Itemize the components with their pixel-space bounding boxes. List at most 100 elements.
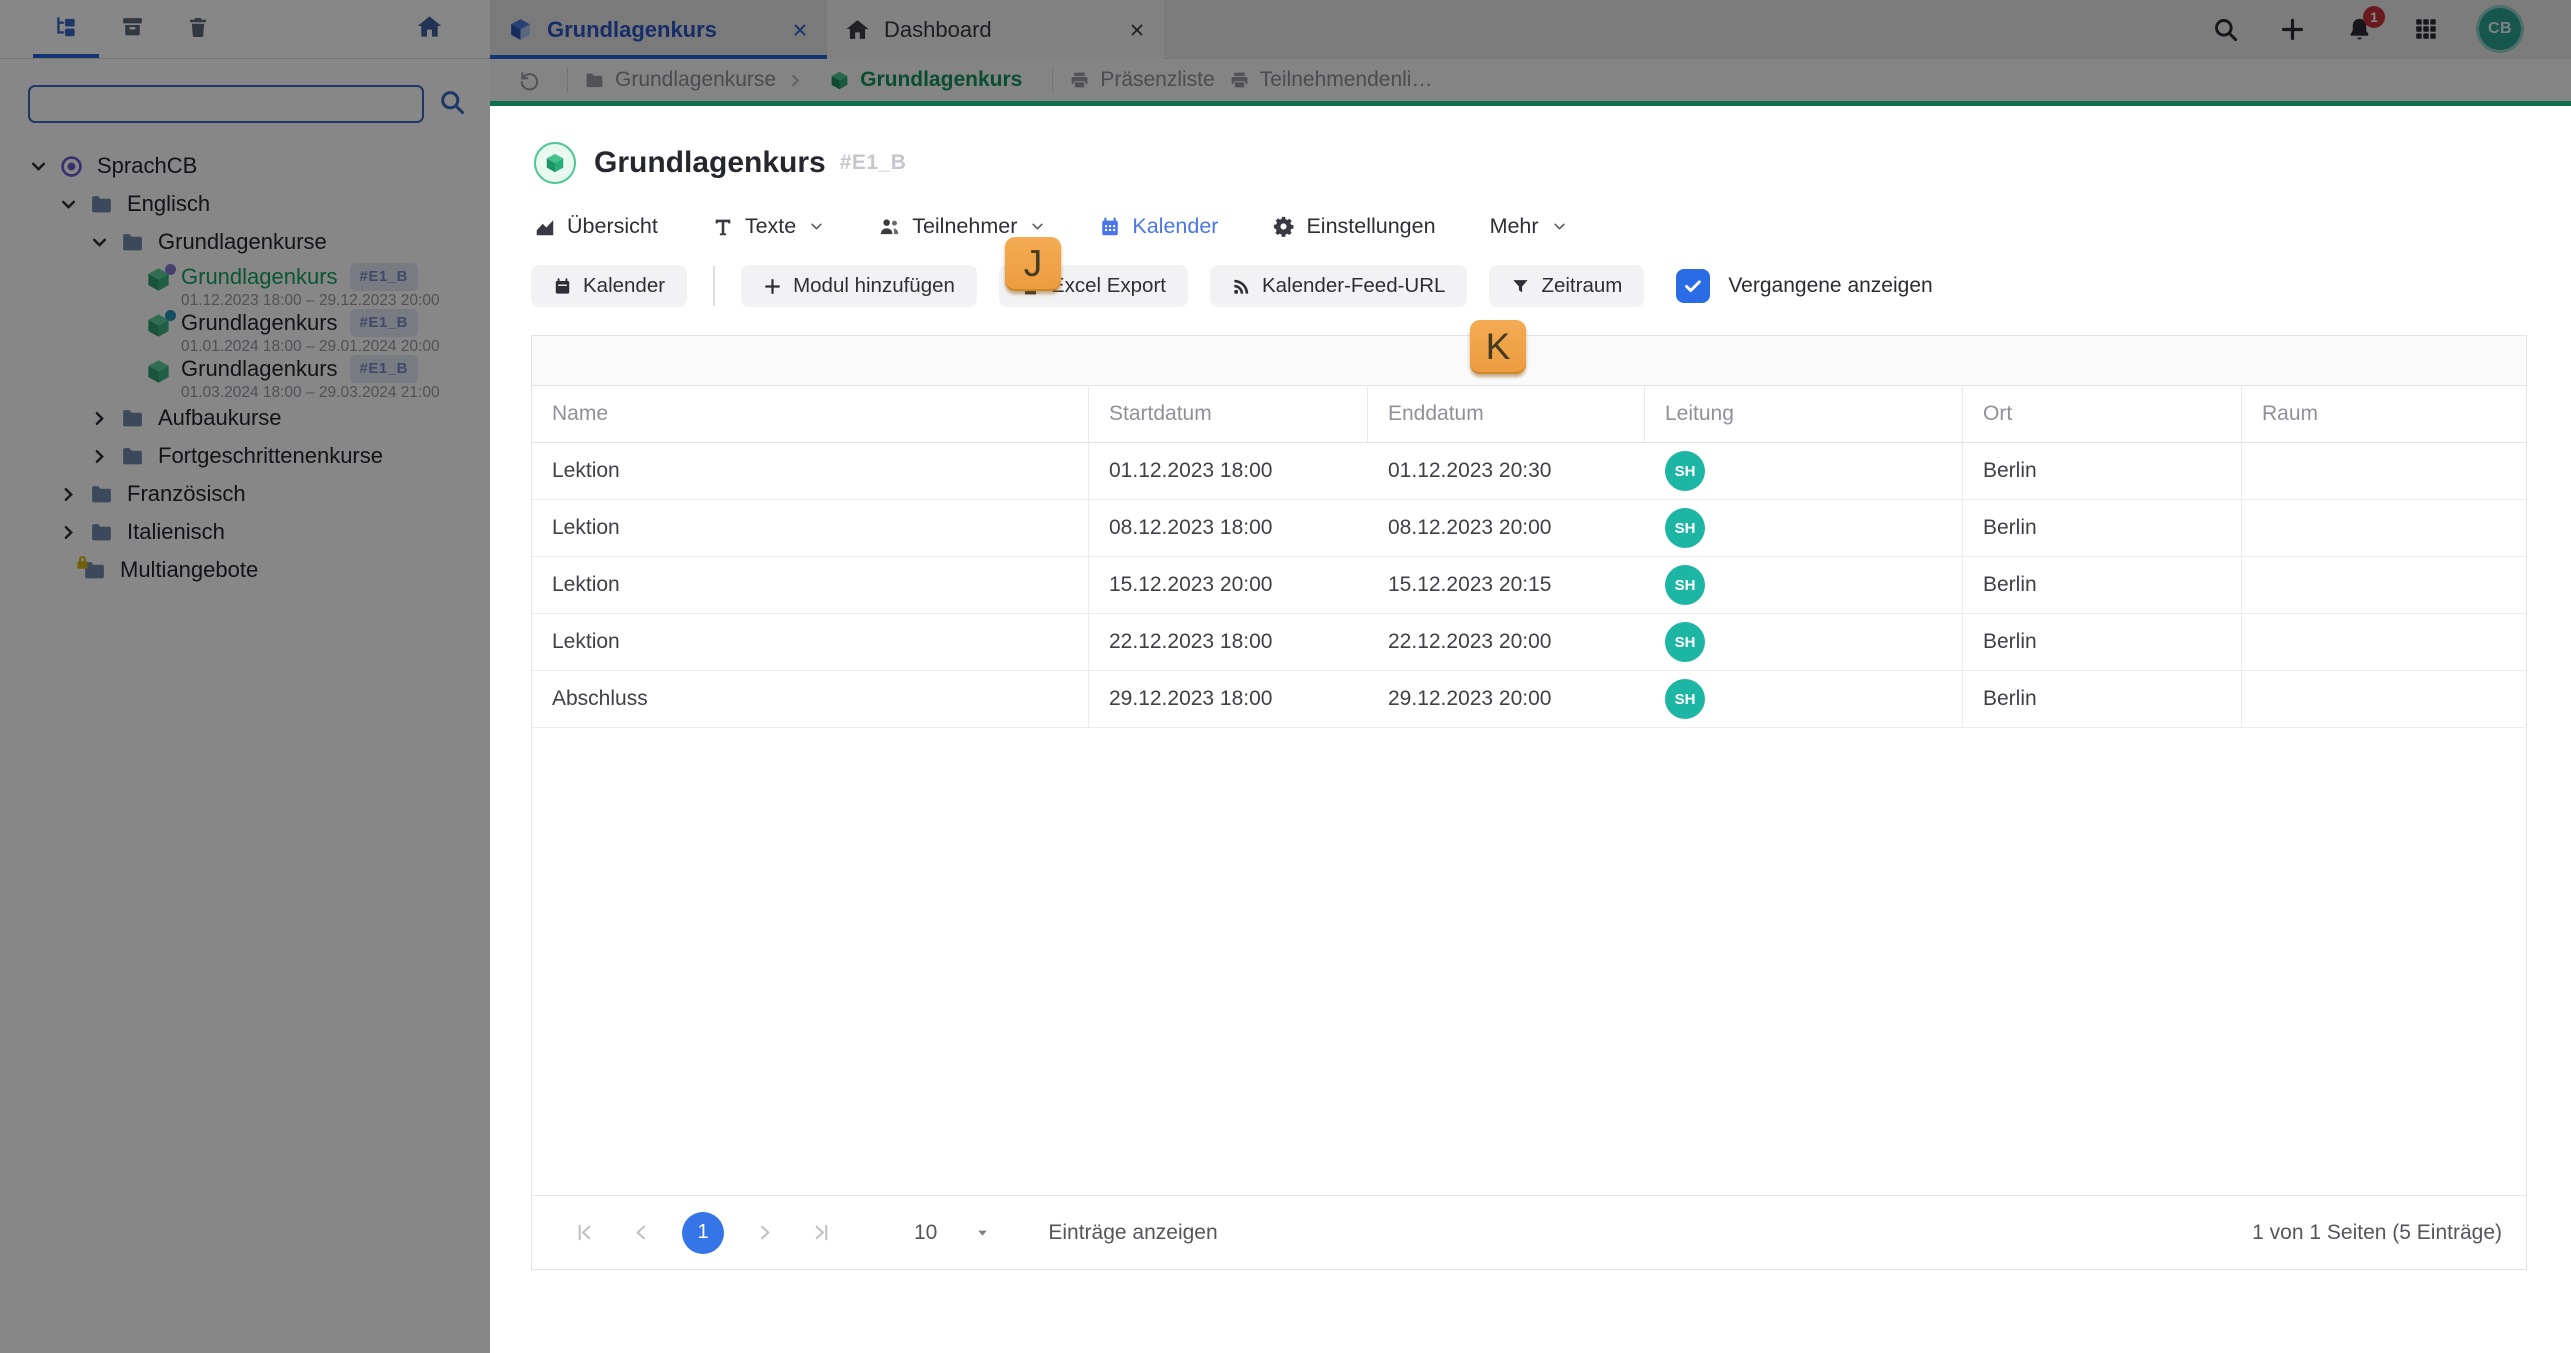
column-header-startdatum[interactable]: Startdatum <box>1089 386 1368 442</box>
cell-enddatum: 22.12.2023 20:00 <box>1388 630 1552 653</box>
text-icon <box>712 216 734 238</box>
tree-item-italienisch[interactable]: Italienisch <box>0 513 490 551</box>
tree-item-aufbaukurse[interactable]: Aufbaukurse <box>0 399 490 437</box>
course-tree: SprachCB Englisch Grundlagenkurse Grundl… <box>0 147 490 589</box>
breadcrumb-item-grundlagenkurse[interactable]: Grundlagenkurse <box>584 68 815 92</box>
column-header-leitung[interactable]: Leitung <box>1645 386 1963 442</box>
leitung-avatar[interactable]: SH <box>1665 622 1705 662</box>
tree-item-sprachcb[interactable]: SprachCB <box>0 147 490 185</box>
current-page-button[interactable]: 1 <box>682 1211 724 1254</box>
per-page-select[interactable]: 10 <box>914 1221 990 1245</box>
tab-kalender[interactable]: Kalender <box>1099 214 1218 239</box>
tab-uebersicht[interactable]: Übersicht <box>534 214 658 239</box>
cell-name: Lektion <box>532 443 1089 499</box>
chevron-right-icon[interactable] <box>91 448 108 465</box>
column-header-ort[interactable]: Ort <box>1963 386 2242 442</box>
last-page-icon[interactable] <box>810 1221 833 1244</box>
tree-item-course-3[interactable]: Grundlagenkurs #E1_B 01.03.2024 18:00 – … <box>0 353 490 401</box>
checkbox-label[interactable]: Vergangene anzeigen <box>1728 274 1932 298</box>
cell-raum <box>2242 671 2526 727</box>
column-header-enddatum[interactable]: Enddatum <box>1368 386 1645 442</box>
tree-item-course-1[interactable]: Grundlagenkurs #E1_B 01.12.2023 18:00 – … <box>0 261 490 309</box>
tab-texte[interactable]: Texte <box>712 214 824 239</box>
tree-item-franzoesisch[interactable]: Französisch <box>0 475 490 513</box>
tab-einstellungen[interactable]: Einstellungen <box>1272 214 1436 239</box>
leitung-avatar[interactable]: SH <box>1665 679 1705 719</box>
chevron-down-icon[interactable] <box>60 196 77 213</box>
hint-badge-k[interactable]: K <box>1470 320 1526 374</box>
tree-item-multiangebote[interactable]: Multiangebote <box>0 551 490 589</box>
chevron-down-icon[interactable] <box>30 158 47 175</box>
close-icon[interactable] <box>791 21 809 39</box>
breadcrumb-item-grundlagenkurs[interactable]: Grundlagenkurs <box>829 68 1022 92</box>
search-icon[interactable] <box>2212 16 2239 43</box>
window-tab-grundlagenkurs[interactable]: Grundlagenkurs <box>490 0 827 59</box>
hint-badge-j[interactable]: J <box>1005 237 1061 291</box>
table-row[interactable]: Lektion 08.12.2023 18:00 08.12.2023 20:0… <box>532 500 2526 557</box>
chevron-down-icon[interactable] <box>91 234 108 251</box>
table-row[interactable]: Lektion 22.12.2023 18:00 22.12.2023 20:0… <box>532 614 2526 671</box>
folder-icon <box>89 192 114 217</box>
previous-page-icon[interactable] <box>630 1221 653 1244</box>
table-toolbar-strip <box>532 336 2526 386</box>
window-tab-label: Grundlagenkurs <box>547 16 717 42</box>
chevron-right-icon[interactable] <box>60 524 77 541</box>
leitung-avatar[interactable]: SH <box>1665 565 1705 605</box>
printer-icon <box>1229 70 1250 91</box>
tree-view-button[interactable] <box>33 0 99 59</box>
rss-icon <box>1232 277 1251 296</box>
kalender-button[interactable]: Kalender <box>531 265 688 307</box>
tab-teilnehmer[interactable]: Teilnehmer <box>878 214 1045 239</box>
table-row[interactable]: Lektion 15.12.2023 20:00 15.12.2023 20:1… <box>532 557 2526 614</box>
tab-mehr[interactable]: Mehr <box>1490 214 1567 239</box>
cell-ort: Berlin <box>1963 443 2242 499</box>
zeitraum-button[interactable]: Zeitraum <box>1489 265 1645 307</box>
chevron-right-icon[interactable] <box>91 410 108 427</box>
cell-name: Lektion <box>532 500 1089 556</box>
first-page-icon[interactable] <box>573 1221 596 1244</box>
chevron-right-icon[interactable] <box>60 486 77 503</box>
cell-ort: Berlin <box>1963 671 2242 727</box>
page-code: #E1_B <box>839 151 907 174</box>
home-button[interactable] <box>396 0 462 59</box>
course-label-selected: Grundlagenkurs <box>181 264 338 289</box>
cube-icon <box>508 17 533 42</box>
content-top-accent <box>490 101 2571 106</box>
leitung-avatar[interactable]: SH <box>1665 451 1705 491</box>
course-icon <box>534 142 576 184</box>
tab-label: Mehr <box>1489 214 1539 238</box>
tree-item-grundlagenkurse[interactable]: Grundlagenkurse <box>0 223 490 261</box>
trash-button[interactable] <box>165 0 231 59</box>
tab-label: Texte <box>744 214 797 238</box>
table-row[interactable]: Abschluss 29.12.2023 18:00 29.12.2023 20… <box>532 671 2526 728</box>
window-tab-bar: Grundlagenkurs Dashboard 1 CB <box>490 0 2571 59</box>
sidebar-search-input[interactable] <box>28 85 424 123</box>
archive-button[interactable] <box>99 0 165 59</box>
course-label: Grundlagenkurs <box>181 356 338 381</box>
leitung-avatar[interactable]: SH <box>1665 508 1705 548</box>
gear-icon <box>1272 215 1295 238</box>
apps-grid-icon[interactable] <box>2413 16 2439 42</box>
history-icon[interactable] <box>518 69 541 92</box>
plus-icon[interactable] <box>2279 16 2306 43</box>
tree-item-course-2[interactable]: Grundlagenkurs #E1_B 01.01.2024 18:00 – … <box>0 307 490 355</box>
window-tab-dashboard[interactable]: Dashboard <box>827 0 1164 59</box>
column-header-name[interactable]: Name <box>532 386 1089 442</box>
notifications-button[interactable]: 1 <box>2346 5 2385 43</box>
modul-hinzufuegen-button[interactable]: Modul hinzufügen <box>741 265 977 307</box>
breadcrumb-item-praesenzliste[interactable]: Präsenzliste <box>1069 68 1215 92</box>
table-row[interactable]: Lektion 01.12.2023 18:00 01.12.2023 20:3… <box>532 443 2526 500</box>
calendar-icon <box>553 277 572 296</box>
user-avatar[interactable]: CB <box>2479 8 2521 50</box>
cell-raum <box>2242 500 2526 556</box>
next-page-icon[interactable] <box>753 1221 776 1244</box>
tree-item-englisch[interactable]: Englisch <box>0 185 490 223</box>
vergangene-anzeigen-checkbox[interactable] <box>1676 269 1711 303</box>
tree-item-fortgeschrittenenkurse[interactable]: Fortgeschrittenenkurse <box>0 437 490 475</box>
kalender-feed-url-button[interactable]: Kalender-Feed-URL <box>1209 265 1468 307</box>
search-icon[interactable] <box>438 88 466 121</box>
column-header-raum[interactable]: Raum <box>2242 386 2526 442</box>
button-label: Kalender <box>583 274 666 297</box>
close-icon[interactable] <box>1128 21 1146 39</box>
breadcrumb-item-teilnehmendenliste[interactable]: Teilnehmendenli… <box>1229 68 1432 92</box>
